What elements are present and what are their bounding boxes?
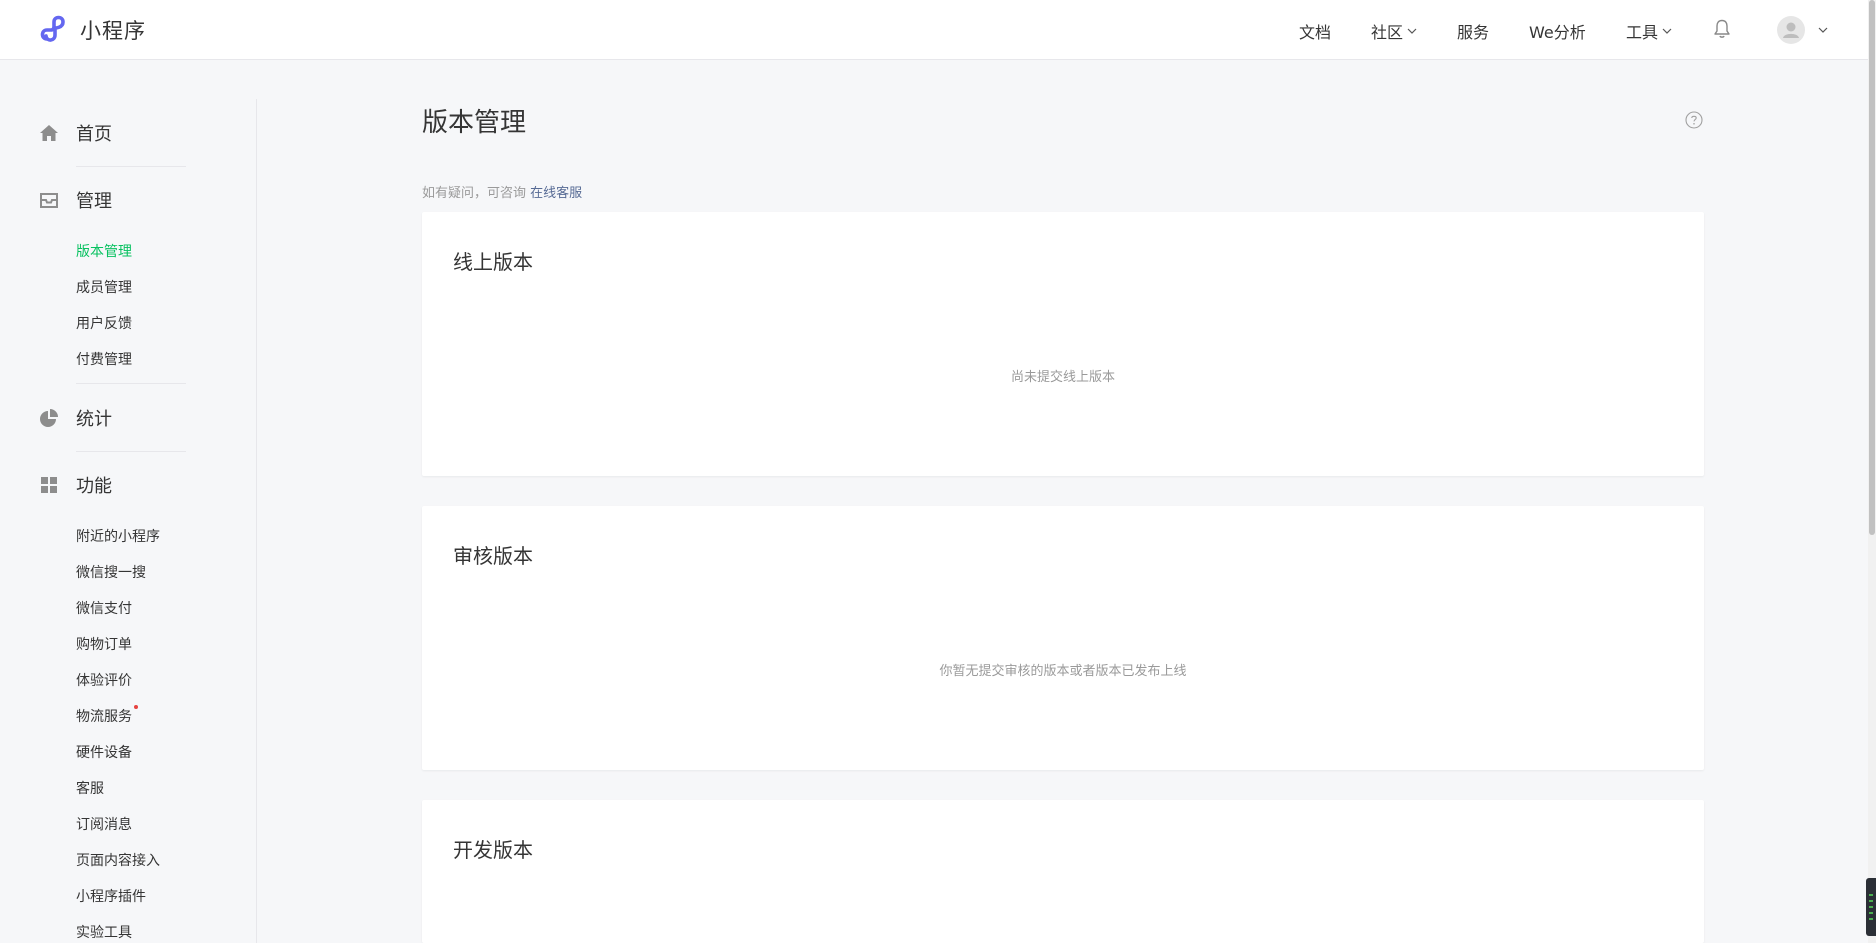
- card-title: 线上版本: [453, 250, 533, 274]
- sidebar-item-shopping-orders[interactable]: 购物订单: [76, 634, 132, 654]
- review-version-card: 审核版本 你暂无提交审核的版本或者版本已发布上线: [422, 506, 1704, 770]
- question-circle-icon[interactable]: [1685, 111, 1703, 129]
- scrollbar-thumb[interactable]: [1869, 0, 1875, 535]
- new-badge-dot: [134, 705, 138, 709]
- nav-tools-label: 工具: [1626, 23, 1659, 42]
- brand[interactable]: 小程序: [38, 13, 146, 47]
- avatar[interactable]: [1777, 16, 1805, 44]
- sidebar-item-experiment-tools[interactable]: 实验工具: [76, 922, 132, 942]
- nav-analytics-label: We分析: [1529, 23, 1586, 42]
- sidebar-item-experience-review[interactable]: 体验评价: [76, 670, 132, 690]
- divider: [76, 451, 186, 452]
- inbox-icon: [40, 193, 58, 208]
- grid-icon: [41, 477, 57, 493]
- user-icon: [1783, 22, 1799, 38]
- sidebar-item-wechat-search[interactable]: 微信搜一搜: [76, 562, 146, 582]
- sidebar-item-wechat-pay[interactable]: 微信支付: [76, 598, 132, 618]
- online-version-card: 线上版本 尚未提交线上版本: [422, 212, 1704, 476]
- sidebar-item-subscription-messages[interactable]: 订阅消息: [76, 814, 132, 834]
- sidebar-manage-label: 管理: [76, 191, 112, 212]
- sidebar: 首页 管理 版本管理 成员管理 用户反馈 付费管理 统计 功能 附近的小程序 微…: [0, 60, 257, 943]
- sidebar-stats-label: 统计: [76, 409, 112, 430]
- sidebar-home-label: 首页: [76, 124, 112, 145]
- sidebar-features-label: 功能: [76, 476, 112, 497]
- sidebar-item-member-management[interactable]: 成员管理: [76, 277, 132, 297]
- brand-name: 小程序: [80, 19, 146, 43]
- nav-analytics[interactable]: We分析: [1529, 19, 1586, 43]
- miniprogram-logo-icon: [40, 15, 65, 42]
- chevron-down-icon: [1407, 28, 1417, 34]
- sidebar-item-payment-management[interactable]: 付费管理: [76, 349, 132, 369]
- sidebar-item-miniprogram-plugins[interactable]: 小程序插件: [76, 886, 146, 906]
- home-icon: [40, 125, 58, 141]
- sidebar-stats[interactable]: 统计: [38, 405, 112, 431]
- nav-service-label: 服务: [1457, 23, 1490, 42]
- bell-icon[interactable]: [1712, 18, 1732, 40]
- nav-tools[interactable]: 工具: [1626, 19, 1673, 43]
- top-bar: 小程序 文档 社区 服务 We分析 工具: [0, 0, 1876, 60]
- nav-docs-label: 文档: [1299, 23, 1332, 42]
- nav-docs[interactable]: 文档: [1299, 19, 1331, 43]
- sidebar-item-hardware-devices[interactable]: 硬件设备: [76, 742, 132, 762]
- sidebar-item-version-management[interactable]: 版本管理: [76, 241, 132, 261]
- nav-community-label: 社区: [1371, 23, 1404, 42]
- card-title: 审核版本: [453, 544, 533, 568]
- sidebar-home[interactable]: 首页: [38, 120, 112, 146]
- divider: [76, 166, 186, 167]
- page-title: 版本管理: [422, 108, 527, 138]
- chevron-down-icon[interactable]: [1817, 24, 1829, 36]
- floating-widget[interactable]: [1866, 878, 1876, 936]
- divider: [76, 383, 186, 384]
- help-tip-text: 如有疑问，可咨询: [422, 186, 527, 201]
- empty-state-text: 你暂无提交审核的版本或者版本已发布上线: [939, 664, 1187, 679]
- empty-state-text: 尚未提交线上版本: [1010, 370, 1115, 385]
- sidebar-item-logistics-service[interactable]: 物流服务: [76, 705, 138, 726]
- sidebar-border: [256, 99, 257, 943]
- online-support-link[interactable]: 在线客服: [530, 186, 582, 201]
- sidebar-item-page-content-access[interactable]: 页面内容接入: [76, 850, 160, 870]
- chevron-down-icon: [1662, 28, 1672, 34]
- sidebar-manage[interactable]: 管理: [38, 187, 112, 213]
- sidebar-features[interactable]: 功能: [38, 472, 112, 498]
- sidebar-item-user-feedback[interactable]: 用户反馈: [76, 313, 132, 333]
- help-tip: 如有疑问，可咨询 在线客服: [422, 182, 582, 201]
- dev-version-card: 开发版本: [422, 800, 1704, 943]
- card-title: 开发版本: [453, 838, 533, 862]
- nav-community[interactable]: 社区: [1371, 19, 1418, 43]
- nav-service[interactable]: 服务: [1457, 19, 1489, 43]
- sidebar-item-customer-service[interactable]: 客服: [76, 778, 104, 798]
- pie-chart-icon: [40, 409, 58, 427]
- sidebar-item-nearby-miniprogram[interactable]: 附近的小程序: [76, 526, 160, 546]
- sidebar-item-logistics-label: 物流服务: [76, 709, 132, 725]
